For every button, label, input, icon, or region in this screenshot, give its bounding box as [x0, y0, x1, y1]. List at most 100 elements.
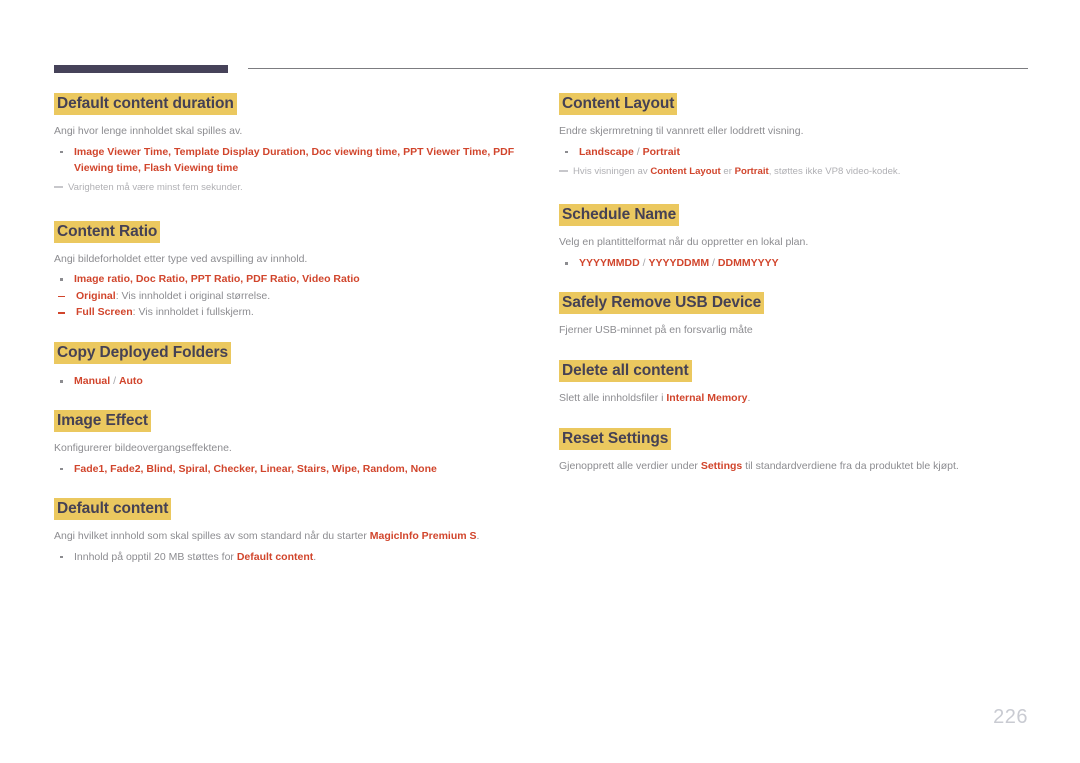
- option-value: YYYYMMDD: [579, 257, 640, 269]
- bullet-icon: [60, 380, 63, 383]
- note-text: er: [720, 165, 735, 177]
- heading-highlight: Copy Deployed Folders: [54, 342, 232, 365]
- section-content-ratio: Content Ratio Angi bildeforholdet etter …: [54, 220, 524, 322]
- option-value: YYYYDDMM: [648, 257, 710, 269]
- description-suffix: til standardverdiene fra da produktet bl…: [742, 459, 959, 472]
- section-heading: Default content: [54, 498, 524, 521]
- section-description: Angi hvor lenge innholdet skal spilles a…: [54, 124, 243, 137]
- option-values: Image ratio, Doc Ratio, PPT Ratio, PDF R…: [74, 273, 360, 286]
- list-item: Manual / Auto: [54, 373, 524, 389]
- section-heading: Reset Settings: [559, 427, 1029, 450]
- section-heading: Schedule Name: [559, 204, 1029, 227]
- page-number: 226: [993, 706, 1028, 728]
- list-item: Original: Vis innholdet i original størr…: [54, 288, 524, 305]
- note-block: Varigheten må være minst fem sekunder.: [54, 181, 524, 195]
- heading-highlight: Safely Remove USB Device: [559, 292, 765, 315]
- right-column: Content Layout Endre skjermretning til v…: [559, 93, 1029, 475]
- list-item: Full Screen: Vis innholdet i fullskjerm.: [54, 304, 524, 321]
- heading-highlight: Default content duration: [54, 93, 237, 115]
- section-heading: Content Layout: [559, 93, 1029, 115]
- section-description: Angi bildeforholdet etter type ved avspi…: [54, 252, 308, 265]
- section-heading: Content Ratio: [54, 220, 524, 243]
- section-heading: Copy Deployed Folders: [54, 342, 524, 365]
- manual-page: Default content duration Angi hvor lenge…: [0, 0, 1080, 763]
- header-rule-thin: [248, 68, 1028, 69]
- bullet-icon: [60, 150, 63, 154]
- option-values: Image Viewer Time, Template Display Dura…: [74, 145, 515, 174]
- heading-highlight: Content Ratio: [54, 220, 161, 243]
- option-list: Image Viewer Time, Template Display Dura…: [54, 144, 524, 177]
- sub-option-list: Original: Vis innholdet i original størr…: [54, 288, 524, 322]
- dash-icon: [58, 295, 65, 297]
- option-list: YYYYMMDD / YYYYDDMM / DDMMYYYY: [559, 255, 1029, 271]
- dash-icon: [58, 312, 65, 314]
- option-values: Fade1, Fade2, Blind, Spiral, Checker, Li…: [74, 462, 437, 475]
- option-list: Innhold på opptil 20 MB støttes for Defa…: [54, 549, 524, 565]
- description-text: Angi hvilket innhold som skal spilles av…: [54, 530, 370, 543]
- section-default-content-duration: Default content duration Angi hvor lenge…: [54, 93, 524, 196]
- section-default-content: Default content Angi hvilket innhold som…: [54, 498, 524, 565]
- sub-option-text: : Vis innholdet i original størrelse.: [115, 289, 271, 302]
- section-description: Velg en plantittelformat når du opprette…: [559, 236, 809, 249]
- option-value: Auto: [118, 375, 143, 388]
- header-rule-thick: [54, 65, 228, 73]
- section-content-layout: Content Layout Endre skjermretning til v…: [559, 93, 1029, 179]
- list-item: Landscape / Portrait: [559, 144, 1029, 160]
- description-term: Settings: [700, 459, 743, 472]
- note-dash-icon: [54, 186, 63, 188]
- heading-highlight: Schedule Name: [559, 204, 680, 227]
- sub-option-term: Original: [76, 289, 116, 302]
- list-item: YYYYMMDD / YYYYDDMM / DDMMYYYY: [559, 255, 1029, 271]
- section-description: Fjerner USB-minnet på en forsvarlig måte: [559, 324, 753, 337]
- heading-highlight: Content Layout: [559, 93, 678, 115]
- section-description: Slett alle innholdsfiler i Internal Memo…: [559, 391, 1029, 407]
- option-list: Fade1, Fade2, Blind, Spiral, Checker, Li…: [54, 461, 524, 477]
- header-rule-group: [54, 62, 1028, 76]
- sub-option-text: : Vis innholdet i fullskjerm.: [132, 306, 254, 319]
- note-term: Content Layout: [650, 165, 721, 177]
- left-column: Default content duration Angi hvor lenge…: [54, 93, 524, 565]
- note-dash-icon: [559, 169, 568, 172]
- option-list: Landscape / Portrait: [559, 144, 1029, 160]
- description-text: Slett alle innholdsfiler i: [559, 391, 667, 404]
- heading-highlight: Image Effect: [54, 410, 151, 433]
- section-heading: Default content duration: [54, 93, 524, 115]
- option-value: Landscape: [579, 145, 634, 158]
- description-suffix: .: [747, 391, 751, 404]
- description-term: MagicInfo Premium S: [369, 530, 477, 543]
- description-text: Gjenopprett alle verdier under: [559, 459, 701, 472]
- option-value: DDMMYYYY: [717, 257, 779, 269]
- section-description: Endre skjermretning til vannrett eller l…: [559, 124, 804, 137]
- option-list: Image ratio, Doc Ratio, PPT Ratio, PDF R…: [54, 271, 524, 287]
- list-item-term: Default content: [236, 550, 314, 563]
- bullet-icon: [565, 262, 568, 265]
- description-suffix: .: [476, 530, 480, 543]
- section-heading: Image Effect: [54, 410, 524, 433]
- section-delete-all-content: Delete all content Slett alle innholdsfi…: [559, 359, 1029, 407]
- section-heading: Delete all content: [559, 359, 1029, 382]
- option-value: Portrait: [642, 145, 680, 158]
- list-item: Fade1, Fade2, Blind, Spiral, Checker, Li…: [54, 461, 524, 477]
- note-text: Varigheten må være minst fem sekunder.: [68, 182, 243, 194]
- section-safely-remove-usb-device: Safely Remove USB Device Fjerner USB-min…: [559, 292, 1029, 339]
- option-separator: /: [633, 145, 643, 158]
- section-description: Angi hvilket innhold som skal spilles av…: [54, 529, 524, 545]
- option-separator: /: [110, 375, 119, 388]
- list-item: Image ratio, Doc Ratio, PPT Ratio, PDF R…: [54, 271, 524, 287]
- section-copy-deployed-folders: Copy Deployed Folders Manual / Auto: [54, 342, 524, 389]
- note-text: Hvis visningen av: [573, 165, 651, 177]
- section-description: Gjenopprett alle verdier under Settings …: [559, 459, 1029, 475]
- list-item-suffix: .: [313, 550, 317, 563]
- section-schedule-name: Schedule Name Velg en plantittelformat n…: [559, 204, 1029, 271]
- section-reset-settings: Reset Settings Gjenopprett alle verdier …: [559, 427, 1029, 475]
- section-heading: Safely Remove USB Device: [559, 292, 1029, 315]
- bullet-icon: [60, 278, 63, 281]
- list-item-text: Innhold på opptil 20 MB støttes for: [74, 550, 237, 563]
- note-block: Hvis visningen av Content Layout er Port…: [559, 165, 1029, 179]
- section-description: Konfigurerer bildeovergangseffektene.: [54, 442, 232, 455]
- option-separator: /: [709, 257, 718, 269]
- option-list: Manual / Auto: [54, 373, 524, 389]
- heading-highlight: Delete all content: [559, 359, 692, 382]
- list-item: Image Viewer Time, Template Display Dura…: [54, 144, 524, 177]
- bullet-icon: [565, 150, 568, 154]
